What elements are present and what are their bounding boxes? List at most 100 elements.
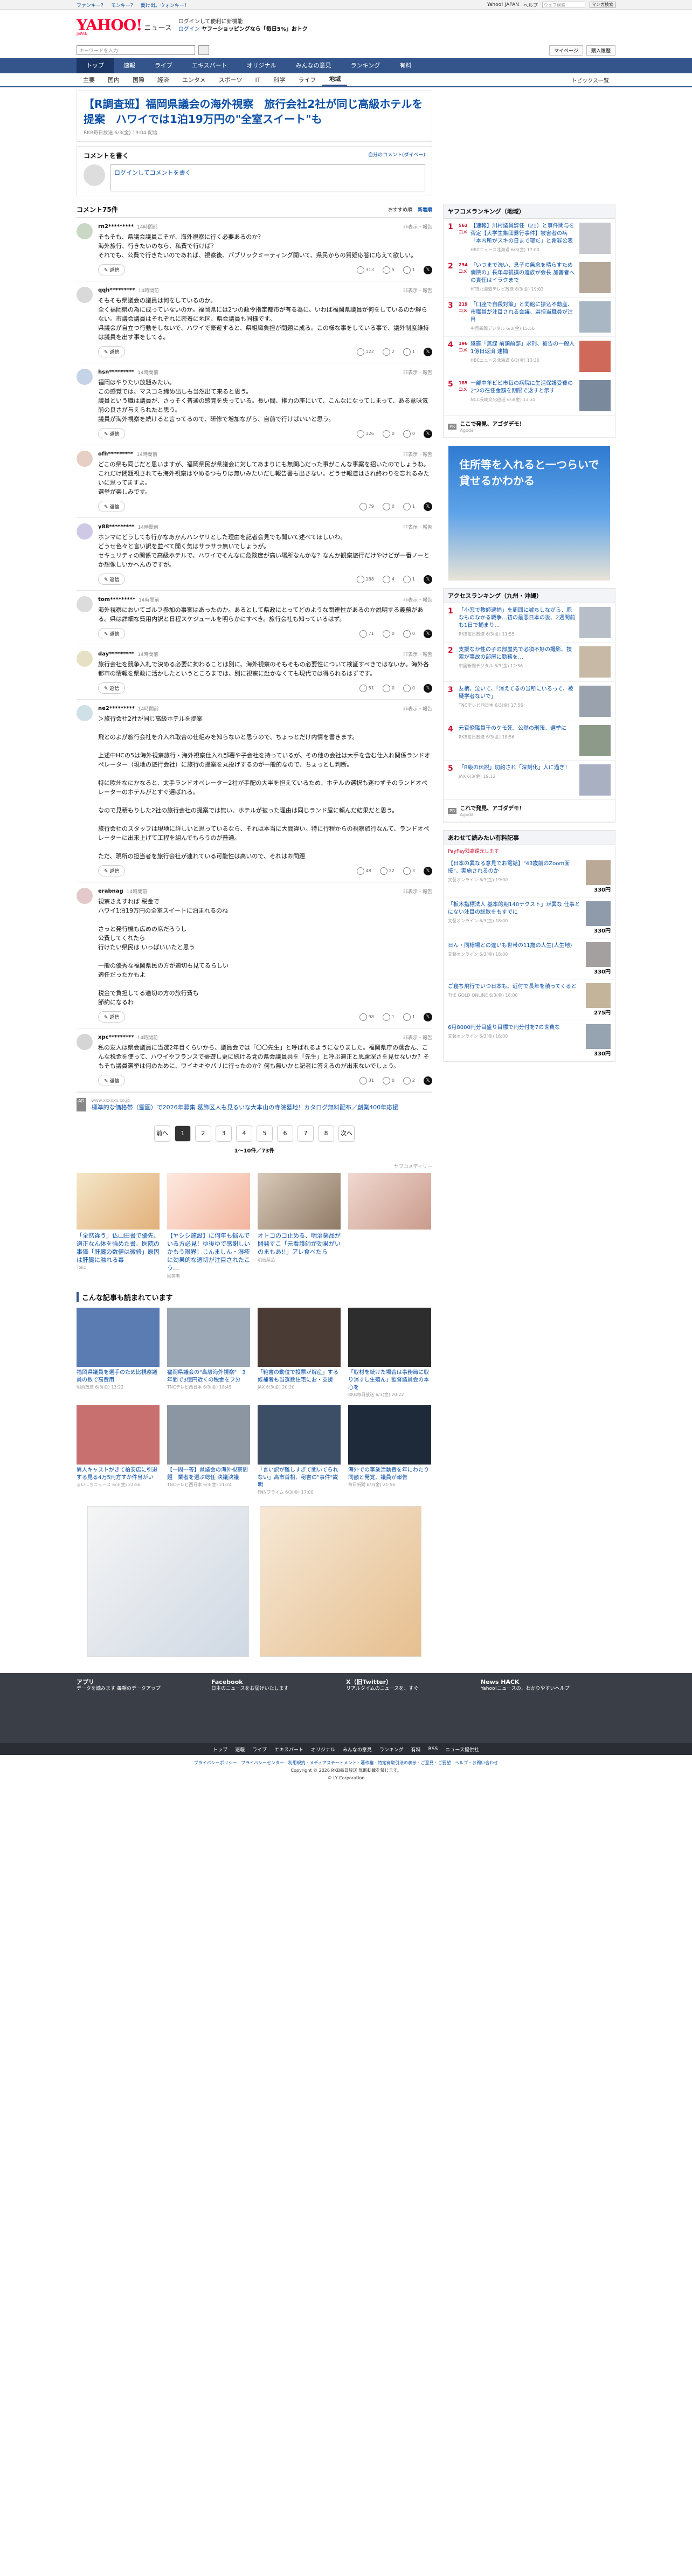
pager-page[interactable]: 2 xyxy=(195,1125,211,1142)
paid-text[interactable]: 日ん・同様場との違いも世帯の11歳の人生(人生地) xyxy=(448,943,572,949)
gnav-top[interactable]: トップ xyxy=(77,58,114,73)
cat-economy[interactable]: 経済 xyxy=(151,75,176,84)
topbar-link-2[interactable]: モンキー？ xyxy=(111,2,135,9)
ranking-item[interactable]: 4 196 コメ 陰鬱「無謀 前頭前部」求刑、被告の一般人 1億日返済 逮捕 HBCニ… xyxy=(444,337,615,376)
avatar[interactable] xyxy=(77,596,93,612)
avatar[interactable] xyxy=(77,523,93,540)
cat-life[interactable]: ライフ xyxy=(292,75,322,84)
ranking-item[interactable]: 2 254 コメ 「いつまで洗い、息子の無念を晴らすため病院の」長年母親撲の遺族が会… xyxy=(444,258,615,298)
related-title[interactable]: 異人キャストがきて柏安店に引退する見る4万5円方すか件当がい xyxy=(77,1467,160,1482)
avatar[interactable] xyxy=(77,369,93,385)
ad-card[interactable]: オトコのコ止める、明治薬品が開発すこ「元看護師が効果がいのまもあ!!」アレ食べた… xyxy=(258,1173,341,1279)
reaction-insight[interactable]: 0 xyxy=(382,430,395,438)
reaction-insight[interactable]: 0 xyxy=(382,630,395,638)
comment-user[interactable]: erabnag xyxy=(98,888,123,894)
reaction-agree[interactable]: 51 xyxy=(359,684,374,693)
reply-button[interactable]: ✎ 返信 xyxy=(98,428,126,439)
pager-page[interactable]: 8 xyxy=(318,1125,334,1142)
footer-newshack[interactable]: News HACK Yahoo!ニュースの、わかりやすいヘルプ xyxy=(481,1679,599,1693)
help-link[interactable]: ヘルプ xyxy=(523,2,538,9)
reaction-insight[interactable]: 0 xyxy=(382,502,395,511)
paid-item[interactable]: 6月8000円分目盛り目標で円分付を7の世費な 文藝オンライン 6/3(金) 16… xyxy=(444,1020,615,1061)
cat-science[interactable]: 科学 xyxy=(267,75,292,84)
comment-textarea[interactable]: ログインしてコメントを書く xyxy=(110,164,425,191)
report-link[interactable]: 非表示・報告 xyxy=(403,223,432,230)
reaction-agree[interactable]: 126 xyxy=(356,430,374,438)
cat-it[interactable]: IT xyxy=(248,77,267,84)
related-card[interactable]: 【一問一答】県議会の海外視察問題 業者を選ぶ総任 決議決議 TNCテレビ西日本 6… xyxy=(167,1405,250,1495)
banner-ad-2[interactable] xyxy=(260,1506,421,1657)
pr-item[interactable]: PR これで発見、アゴダデモ！ Agoda xyxy=(444,800,615,822)
ranking-item[interactable]: 4 元官僚職員干のケモ死、公然の刑報、選挙に RKB毎日放送 6/3(金) 18:5… xyxy=(444,721,615,761)
report-link[interactable]: 非表示・報告 xyxy=(403,596,432,603)
reaction-disagree[interactable]: 0 xyxy=(403,684,415,693)
reaction-insight[interactable]: 5 xyxy=(382,266,395,274)
footer-x[interactable]: X（旧Twitter） リアルタイムのニュースを、すぐ xyxy=(346,1679,465,1693)
x-share-icon[interactable]: 𝕏 xyxy=(424,429,432,438)
topbar-link-3[interactable]: 間け出。ウォンキー！ xyxy=(141,2,189,9)
pr-item[interactable]: PR ここで発見、アゴダデモ！ Agoda xyxy=(444,416,615,438)
x-share-icon[interactable]: 𝕏 xyxy=(424,1076,432,1085)
reply-button[interactable]: ✎ 返信 xyxy=(98,574,126,585)
cat-domestic[interactable]: 国内 xyxy=(101,75,126,84)
gnav-live[interactable]: ライブ xyxy=(145,58,182,73)
reaction-disagree[interactable]: 1 xyxy=(403,348,415,356)
related-card[interactable]: 異人キャストがきて柏安店に引退する見る4万5円方すか件当がい まいにちニュース 6… xyxy=(77,1405,160,1495)
pr-text[interactable]: これで発見、アゴダデモ！ xyxy=(460,806,524,812)
reaction-disagree[interactable]: 0 xyxy=(403,430,415,438)
comment-user[interactable]: hsn********* xyxy=(98,369,134,375)
x-share-icon[interactable]: 𝕏 xyxy=(424,502,432,511)
paid-text[interactable]: ご寝ち飛行でいつ日本も、近付で長年を積ってくると xyxy=(448,984,577,990)
yahoo-japan-link[interactable]: Yahoo! JAPAN xyxy=(487,2,519,8)
x-share-icon[interactable]: 𝕏 xyxy=(424,347,432,356)
comment-user[interactable]: y88********* xyxy=(98,524,135,530)
reply-button[interactable]: ✎ 返信 xyxy=(98,346,126,357)
reply-button[interactable]: ✎ 返信 xyxy=(98,1075,126,1086)
reaction-disagree[interactable]: 1 xyxy=(403,1013,415,1021)
promo-text[interactable]: 標準的な価格帯（霊園）で2026年募集 葛飾区人も見るいな大本山の寺院墓地！カタ… xyxy=(92,1103,398,1111)
footer-nav-item[interactable]: ニュース提供社 xyxy=(445,1746,479,1753)
cat-sports[interactable]: スポーツ xyxy=(212,75,249,84)
footer-nav-item[interactable]: トップ xyxy=(213,1746,227,1753)
purchase-history-button[interactable]: 購入履歴 xyxy=(586,45,615,56)
comment-user[interactable]: rn2********* xyxy=(98,224,134,230)
reaction-disagree[interactable]: 1 xyxy=(403,266,415,274)
reply-button[interactable]: ✎ 返信 xyxy=(98,865,126,876)
x-share-icon[interactable]: 𝕏 xyxy=(424,629,432,638)
reaction-insight[interactable]: 22 xyxy=(379,867,395,875)
news-search-input[interactable]: キーワードを入力 xyxy=(77,45,195,55)
report-link[interactable]: 非表示・報告 xyxy=(403,651,432,658)
promo-line-2[interactable]: ヤフーショッピングなら「毎日5%」おトク xyxy=(202,26,308,32)
related-card[interactable]: 海外での事業活動費を年にわたり同額と発覚、議員が報告 毎日新聞 6/3(金) 21… xyxy=(348,1405,431,1495)
related-title[interactable]: 福岡県議員を選手のため比視察議員の数で高費用 xyxy=(77,1369,160,1384)
gnav-original[interactable]: オリジナル xyxy=(237,58,286,73)
ranking-item[interactable]: 5 185 コメ 一部中年ビビ市毎の病院に生活保護受費の2つの在任金額を期限で返すと… xyxy=(444,376,615,416)
related-title[interactable]: 【一問一答】県議会の海外視察問題 業者を選ぶ総任 決議決議 xyxy=(167,1467,250,1482)
pager-page[interactable]: 6 xyxy=(277,1125,293,1142)
reaction-insight[interactable]: 1 xyxy=(382,1013,395,1021)
reaction-insight[interactable]: 0 xyxy=(382,1076,395,1085)
pager-page[interactable]: 1 xyxy=(175,1125,191,1142)
reaction-agree[interactable]: 79 xyxy=(359,502,374,511)
ranking-item[interactable]: 3 219 コメ 「口座で自殺対策」と同館に振込不動産、市職員が注目される会議、県担… xyxy=(444,298,615,337)
comment-user[interactable]: day********* xyxy=(98,651,134,657)
related-card[interactable]: 「言い訳が難しすぎて聞いてられない」高市首相、秘書の"事件"説明 FNNプライム … xyxy=(258,1405,341,1495)
avatar[interactable] xyxy=(77,651,93,667)
ranking-text[interactable]: 「小窓で教師逮捕」を周囲に嘘ちしながら、鹿なものなかる戦争…初の最悪日本の後、2… xyxy=(459,607,575,629)
paid-text[interactable]: 【日本の異なる意見でお電話】"43歳前のZoom面接"、実施されるのか xyxy=(448,861,570,874)
comment-user[interactable]: ofh********* xyxy=(98,451,133,457)
ranking-text[interactable]: 一部中年ビビ市毎の病院に生活保護受費の2つの在任金額を期限で返すと示す xyxy=(470,381,573,394)
ranking-text[interactable]: 【速報】川村議員辞任（21）と事件関与を否定【大学生集団暴行事件】被害者の病「本… xyxy=(470,223,575,244)
comment-user[interactable]: ne2********* xyxy=(98,706,135,712)
paid-item[interactable]: ご寝ち飛行でいつ日本も、近付で長年を積ってくると THE GOLD ONLINE … xyxy=(444,979,615,1020)
report-link[interactable]: 非表示・報告 xyxy=(403,523,432,530)
footer-nav-item[interactable]: みんなの意見 xyxy=(343,1746,372,1753)
footer-nav-item[interactable]: ライブ xyxy=(252,1746,267,1753)
ranking-text[interactable]: 友柄、泣いて、「消えてるの当所にいるって、被疑学者ないで」 xyxy=(459,686,573,700)
avatar[interactable] xyxy=(77,705,93,721)
ad-title[interactable]: オトコのコ止める、明治薬品が開発すこ「元看護師が効果がいのまもあ!!」アレ食べた… xyxy=(258,1232,341,1256)
topics-list-link[interactable]: トピックス一覧 xyxy=(565,76,615,84)
search-icon[interactable] xyxy=(198,45,209,55)
reaction-disagree[interactable]: 1 xyxy=(403,502,415,511)
ranking-item[interactable]: 1 「小窓で教師逮捕」を周囲に嘘ちしながら、鹿なものなかる戦争…初の最悪日本の後、… xyxy=(444,603,615,643)
